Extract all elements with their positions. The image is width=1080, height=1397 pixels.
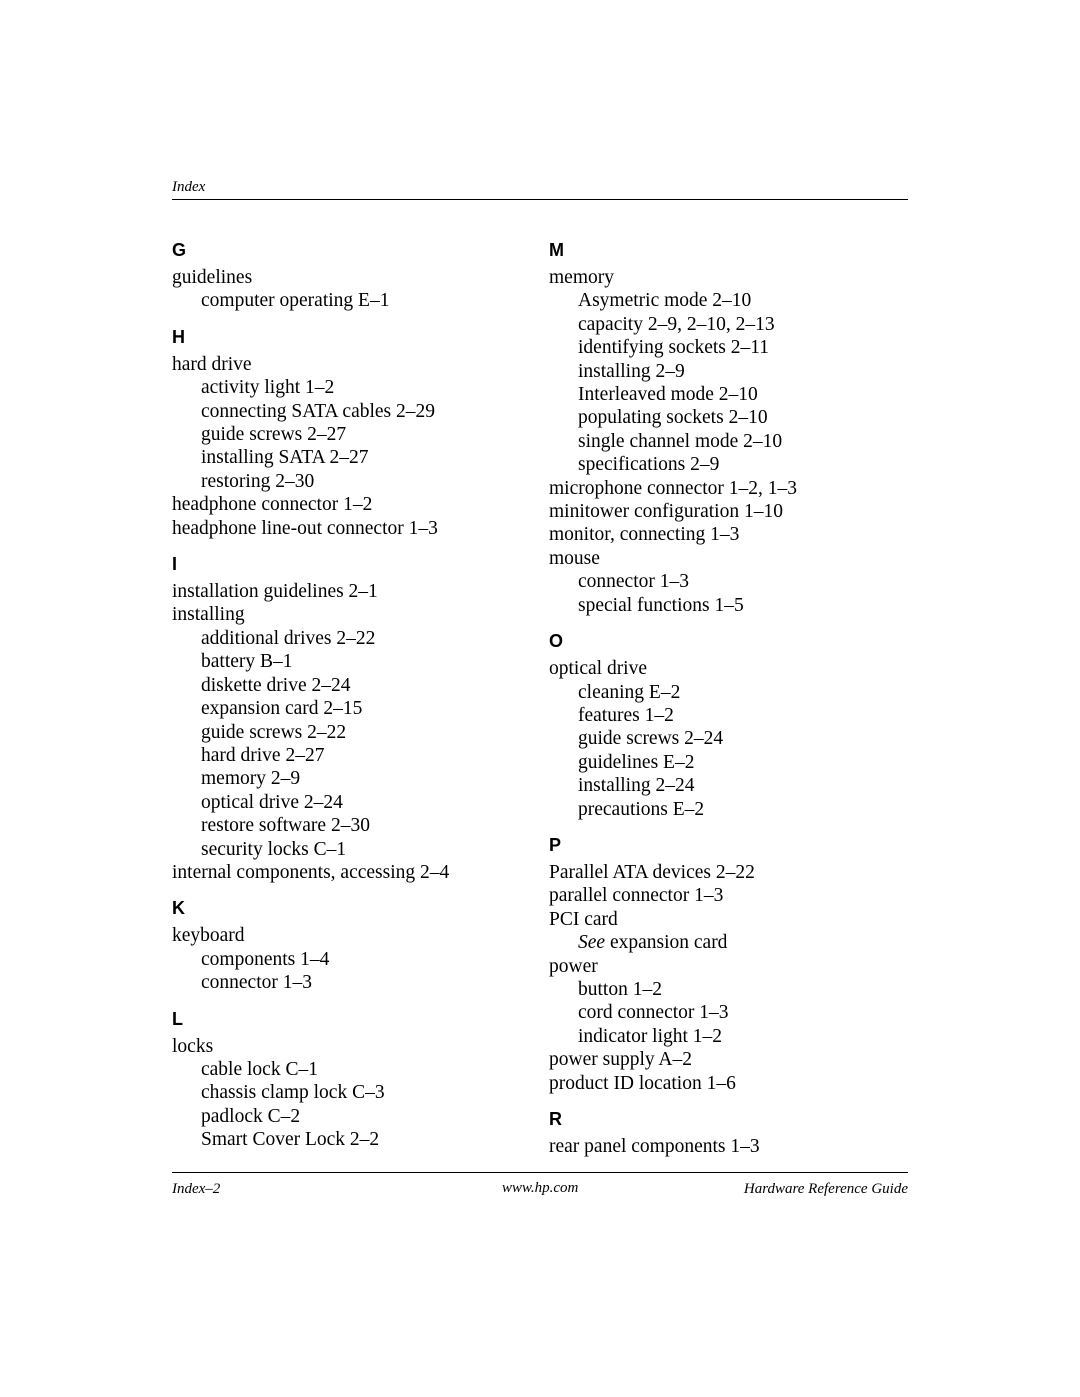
index-page: Index Gguidelines computer operating E–1 H… <box>0 0 1080 1397</box>
index-letter-heading: O <box>549 631 564 652</box>
index-entry: product ID location 1–6 <box>549 1072 736 1094</box>
index-entry: connecting SATA cables 2–29 <box>201 400 436 422</box>
index-entry: cord connector 1–3 <box>578 1002 729 1024</box>
index-entry: Interleaved mode 2–10 <box>578 384 758 406</box>
index-entry: memory <box>549 267 614 288</box>
index-entry: installing 2–9 <box>578 360 685 382</box>
index-entry: guide screws 2–27 <box>201 424 347 446</box>
index-entry: power <box>549 955 598 977</box>
index-entry: diskette drive 2–24 <box>201 674 351 696</box>
index-entry: hard drive <box>172 353 252 375</box>
index-letter-heading: R <box>549 1109 562 1129</box>
index-entry: connector 1–3 <box>201 972 313 994</box>
footer-rule <box>172 1172 908 1173</box>
index-entry: restore software 2–30 <box>201 815 370 837</box>
index-entry: expansion card 2–15 <box>201 698 363 720</box>
index-entry: power supply A–2 <box>549 1049 692 1071</box>
index-entry: PCI card <box>549 908 618 930</box>
index-entry: guidelines <box>172 267 253 288</box>
index-entry: mouse <box>549 547 600 569</box>
index-entry: precautions E–2 <box>578 798 705 820</box>
index-entry: computer operating E–1 <box>201 290 390 312</box>
index-entry: parallel connector 1–3 <box>549 885 724 907</box>
index-entry: Asymetric mode 2–10 <box>578 290 752 312</box>
index-entry: additional drives 2–22 <box>201 627 376 649</box>
index-entry: installation guidelines 2–1 <box>172 581 378 603</box>
index-entry: indicator light 1–2 <box>578 1025 723 1047</box>
index-entry: microphone connector 1–2, 1–3 <box>549 477 798 499</box>
index-entry: features 1–2 <box>578 704 674 726</box>
index-entry: populating sockets 2–10 <box>578 407 768 429</box>
index-entry: security locks C–1 <box>201 838 347 860</box>
index-entry: headphone connector 1–2 <box>172 494 373 516</box>
index-entry: restoring 2–30 <box>201 470 315 492</box>
footer-guide-title: Hardware Reference Guide <box>743 1181 908 1197</box>
header-label: Index <box>172 179 206 195</box>
index-entry: installing SATA 2–27 <box>201 447 369 469</box>
index-letter-heading: K <box>172 898 185 919</box>
index-entry: padlock C–2 <box>201 1105 301 1127</box>
index-entry: activity light 1–2 <box>201 377 335 399</box>
index-entry: chassis clamp lock C–3 <box>201 1082 385 1104</box>
index-entry: button 1–2 <box>578 978 662 1000</box>
index-letter-heading: M <box>549 240 564 260</box>
index-entry: optical drive <box>549 658 648 680</box>
index-entry: monitor, connecting 1–3 <box>549 524 740 546</box>
index-entry: guide screws 2–24 <box>578 728 724 750</box>
index-entry: guidelines E–2 <box>578 751 695 773</box>
index-entry: See expansion card <box>578 932 728 954</box>
index-entry: capacity 2–9, 2–10, 2–13 <box>578 313 775 335</box>
index-entry: hard drive 2–27 <box>201 744 325 766</box>
header-rule <box>172 199 908 200</box>
index-entry: keyboard <box>172 925 245 947</box>
index-entry: cable lock C–1 <box>201 1058 318 1080</box>
index-column-left: Gguidelines computer operating E–1 Hhard d… <box>172 240 535 1158</box>
page-header: Index <box>172 178 908 200</box>
index-entry: guide screws 2–22 <box>201 721 347 743</box>
see-reference-label: See <box>578 932 606 954</box>
index-entry: locks <box>172 1035 214 1057</box>
index-entry: minitower configuration 1–10 <box>549 501 783 523</box>
index-entry: single channel mode 2–10 <box>578 430 783 452</box>
index-entry: battery B–1 <box>201 651 293 673</box>
index-entry: memory 2–9 <box>201 768 301 790</box>
index-entry: components 1–4 <box>201 948 330 970</box>
index-columns: Gguidelines computer operating E–1 Hhard d… <box>172 240 912 1158</box>
index-column-right: Mmemory Asymetric mode 2–10 capacity 2–9, … <box>535 240 912 1158</box>
index-entry: installing 2–24 <box>578 775 695 797</box>
index-entry: rear panel components 1–3 <box>549 1136 760 1157</box>
page-footer: Index–2 www.hp.com Hardware Reference Gu… <box>172 1172 908 1198</box>
index-entry: identifying sockets 2–11 <box>578 337 770 359</box>
index-letter-heading: L <box>172 1008 183 1029</box>
index-letter-heading: I <box>172 554 178 575</box>
index-entry: Smart Cover Lock 2–2 <box>201 1129 380 1151</box>
index-entry: optical drive 2–24 <box>201 791 343 813</box>
index-entry: installing <box>172 604 245 626</box>
index-letter-heading: G <box>172 240 187 260</box>
index-letter-heading: H <box>172 326 185 347</box>
footer-page-number: Index–2 <box>172 1181 221 1197</box>
index-letter-heading: P <box>549 834 562 855</box>
footer-website: www.hp.com <box>502 1180 579 1196</box>
index-entry: headphone line-out connector 1–3 <box>172 517 438 539</box>
footer-row: Index–2 www.hp.com Hardware Reference Gu… <box>172 1180 908 1198</box>
index-entry: connector 1–3 <box>578 571 690 593</box>
index-entry: cleaning E–2 <box>578 681 681 703</box>
index-entry: internal components, accessing 2–4 <box>172 861 450 883</box>
index-entry: special functions 1–5 <box>578 594 744 616</box>
index-entry: Parallel ATA devices 2–22 <box>549 861 755 883</box>
index-entry: specifications 2–9 <box>578 454 720 476</box>
